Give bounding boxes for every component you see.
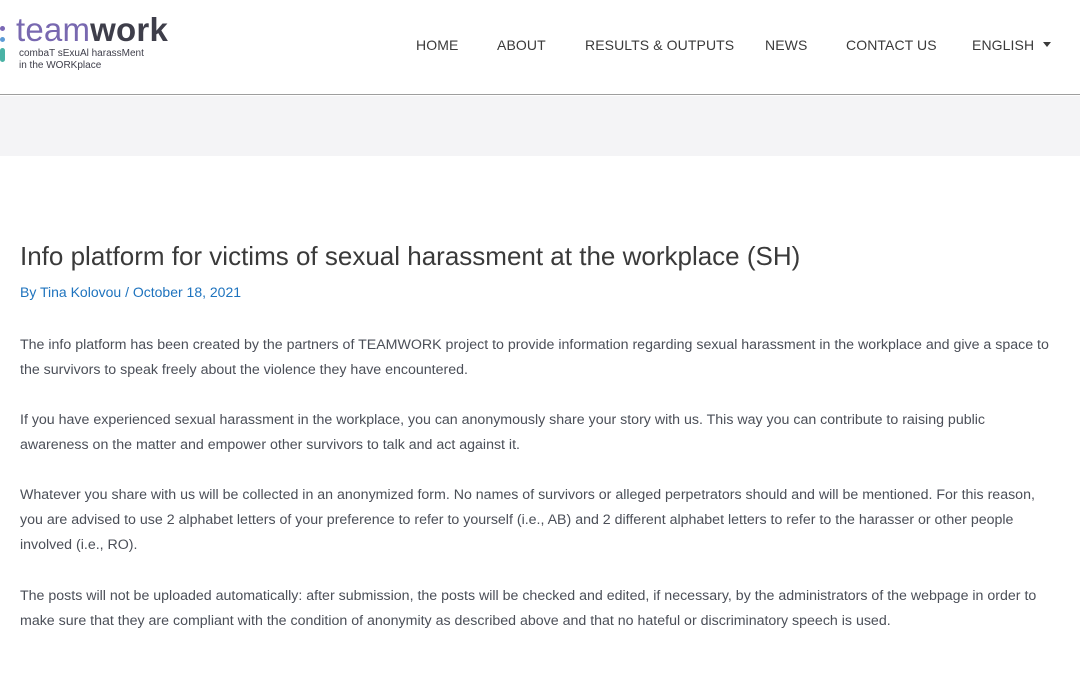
nav-contact-us[interactable]: CONTACT US [846,37,937,53]
site-header: teamwork combaT sExuAl harassMent in the… [0,0,1080,95]
logo-wordmark: teamwork [16,12,168,48]
post-title: Info platform for victims of sexual hara… [20,241,801,271]
post-paragraph: The posts will not be uploaded automatic… [20,588,1037,629]
language-switcher[interactable]: ENGLISH [972,37,1052,53]
page-header-band [0,96,1080,156]
post-paragraph: If you have experienced sexual harassmen… [20,412,985,453]
logo-word-bold: work [90,11,168,48]
post-author-link[interactable]: Tina Kolovou [40,284,121,300]
post-paragraph: The info platform has been created by th… [20,337,1049,378]
post-meta: By Tina Kolovou / October 18, 2021 [20,283,241,301]
caret-down-icon [1043,41,1052,47]
nav-results-outputs[interactable]: RESULTS & OUTPUTS [585,37,734,53]
logo-tagline-line-2: in the WORKplace [19,59,102,71]
post-by-label: By [20,284,37,300]
logo-tagline: combaT sExuAl harassMent in the WORKplac… [19,48,144,71]
nav-news[interactable]: NEWS [765,37,807,53]
post-meta-separator: / [125,284,129,300]
nav-home[interactable]: HOME [416,37,458,53]
post-paragraph: Whatever you share with us will be colle… [20,487,1035,553]
post-date: October 18, 2021 [132,284,242,300]
logo-mark-icon [0,26,6,62]
site-logo[interactable]: teamwork combaT sExuAl harassMent in the… [0,12,200,76]
logo-tagline-line-1: combaT sExuAl harassMent [19,48,144,59]
logo-word-light: team [16,11,91,48]
nav-about[interactable]: ABOUT [497,37,546,53]
language-label: ENGLISH [972,37,1035,53]
